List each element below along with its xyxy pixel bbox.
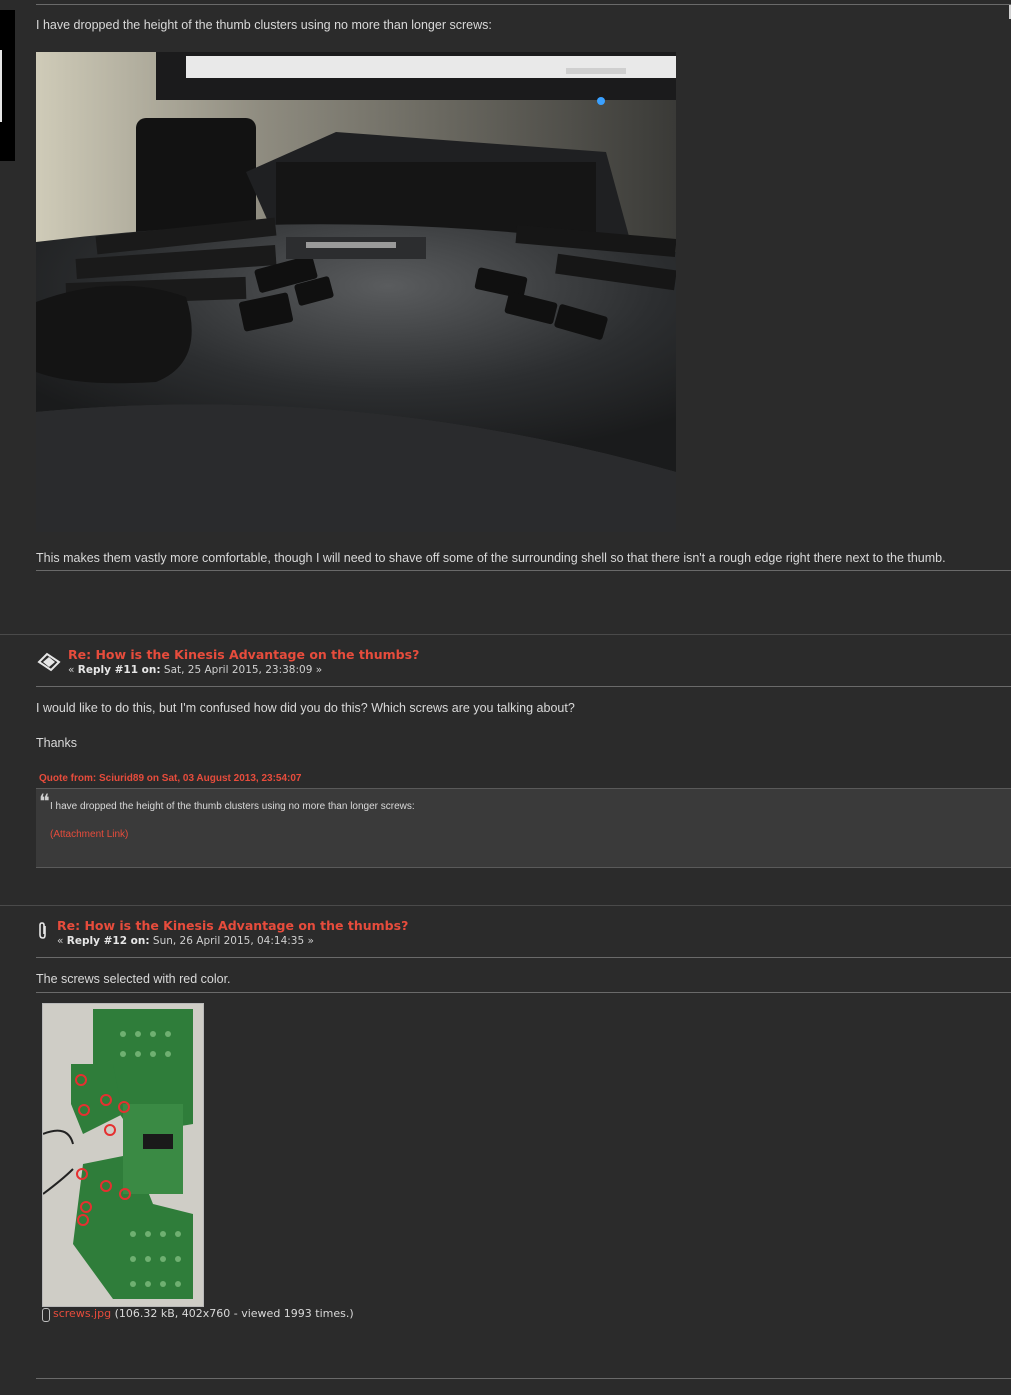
reply12-body: The screws selected with red color. [36,972,231,986]
meta-suffix: » [307,935,314,947]
meta-suffix: » [315,664,323,676]
keyboard-photo[interactable] [36,52,676,532]
quote-block: ❝ I have dropped the height of the thumb… [36,788,1011,868]
reply11-subject-link[interactable]: Re: How is the Kinesis Advantage on the … [68,647,419,662]
attachment-link[interactable]: (Attachment Link) [50,829,128,840]
reply12-meta: « Reply #12 on: Sun, 26 April 2015, 04:1… [57,935,314,947]
reply12-subject-link[interactable]: Re: How is the Kinesis Advantage on the … [57,918,408,933]
meta-prefix: « [68,664,75,676]
keyboard-photo-svg [36,52,676,532]
attachment-icon [42,1308,50,1322]
side-panel-tab[interactable] [0,10,15,161]
reply-number[interactable]: Reply #11 on: [78,664,161,676]
quote-text: I have dropped the height of the thumb c… [50,801,415,812]
reply11-meta: « Reply #11 on: Sat, 25 April 2015, 23:3… [68,664,322,676]
quote-icon: ❝ [39,789,50,813]
post-body-divider [36,992,1011,993]
post-header-divider [36,957,1011,958]
reply11-body-line2: Thanks [36,736,77,750]
post-footer-divider [36,570,1011,571]
post-date: Sun, 26 April 2015, 04:14:35 [152,935,305,947]
reply11-body-line1: I would like to do this, but I'm confuse… [36,701,575,715]
post-body-after: This makes them vastly more comfortable,… [36,551,946,565]
attachment-filename-link[interactable]: screws.jpg [53,1307,111,1320]
post-divider [36,4,1011,5]
attachment-details: (106.32 kB, 402x760 - viewed 1993 times.… [114,1307,354,1320]
signature-divider [36,1378,1011,1379]
attachment-info-line: screws.jpg (106.32 kB, 402x760 - viewed … [42,1307,354,1322]
topic-icon [37,652,61,672]
post-separator [0,905,1011,906]
reply-number[interactable]: Reply #12 on: [67,935,150,947]
quote-header-link[interactable]: Quote from: Sciurid89 on Sat, 03 August … [39,773,302,784]
post-body-intro: I have dropped the height of the thumb c… [36,18,492,32]
circuit-board-svg [43,1004,203,1306]
post-separator [0,634,1011,635]
meta-prefix: « [57,935,64,947]
post-header-divider [36,686,1011,687]
post-date: Sat, 25 April 2015, 23:38:09 [163,664,313,676]
side-panel-handle[interactable] [0,50,2,122]
paperclip-icon [39,922,46,939]
screws-attachment-image[interactable] [42,1003,204,1307]
